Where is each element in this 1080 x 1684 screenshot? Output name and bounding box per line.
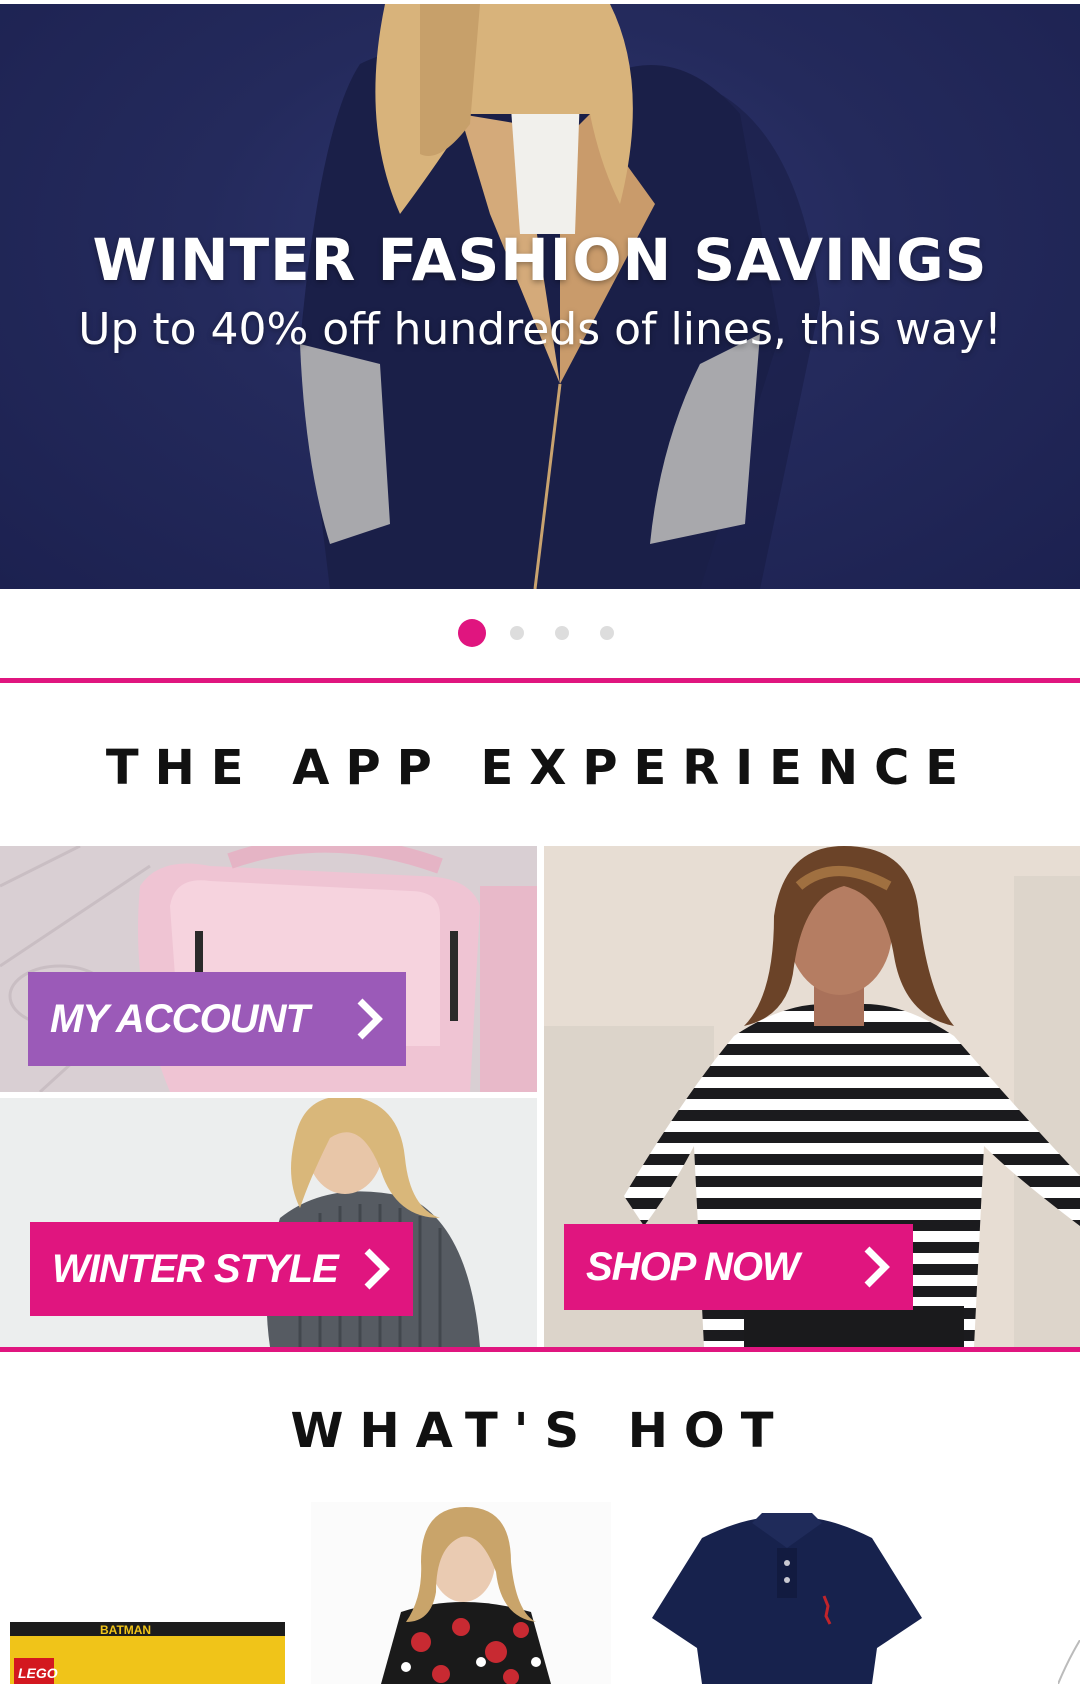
- lego-brand-text: LEGO: [18, 1665, 58, 1681]
- carousel-next-edge-icon[interactable]: [1058, 1640, 1080, 1684]
- hero-model-image: [300, 4, 820, 589]
- hero-title: WINTER FASHION SAVINGS: [92, 226, 988, 294]
- floral-dress-image: [311, 1502, 611, 1684]
- hero-subtitle: Up to 40% off hundreds of lines, this wa…: [78, 304, 1002, 355]
- carousel-dot-1[interactable]: [458, 619, 486, 647]
- shop-now-label: SHOP NOW: [586, 1244, 800, 1289]
- product-lego-batman[interactable]: LEGO BATMAN: [0, 1610, 290, 1684]
- my-account-label: MY ACCOUNT: [50, 996, 310, 1041]
- whats-hot-heading: WHAT'S HOT: [290, 1403, 790, 1459]
- shop-now-button[interactable]: SHOP NOW: [564, 1224, 913, 1310]
- section-divider: [0, 1347, 1080, 1352]
- carousel-dot-4[interactable]: [600, 626, 614, 640]
- my-account-button[interactable]: MY ACCOUNT: [28, 972, 406, 1066]
- product-polo-shirt[interactable]: [632, 1508, 942, 1684]
- carousel-dot-2[interactable]: [510, 626, 524, 640]
- carousel-dot-3[interactable]: [555, 626, 569, 640]
- my-account-tile[interactable]: MY ACCOUNT: [0, 846, 537, 1092]
- chevron-right-icon: [357, 998, 383, 1040]
- polo-shirt-image: [652, 1513, 922, 1684]
- hero-banner[interactable]: WINTER FASHION SAVINGS Up to 40% off hun…: [0, 4, 1080, 589]
- batman-box-text: BATMAN: [100, 1623, 151, 1637]
- section-divider: [0, 678, 1080, 683]
- winter-style-label: WINTER STYLE: [52, 1246, 339, 1291]
- chevron-right-icon: [364, 1248, 390, 1290]
- winter-style-tile[interactable]: WINTER STYLE: [0, 1098, 537, 1347]
- chevron-right-icon: [864, 1246, 890, 1288]
- shop-now-tile[interactable]: SHOP NOW: [544, 846, 1080, 1347]
- product-floral-dress[interactable]: [311, 1502, 611, 1684]
- carousel-indicator: [0, 619, 1080, 647]
- app-experience-heading: THE APP EXPERIENCE: [105, 740, 975, 796]
- lego-box-image: LEGO BATMAN: [10, 1622, 285, 1684]
- winter-style-button[interactable]: WINTER STYLE: [30, 1222, 413, 1316]
